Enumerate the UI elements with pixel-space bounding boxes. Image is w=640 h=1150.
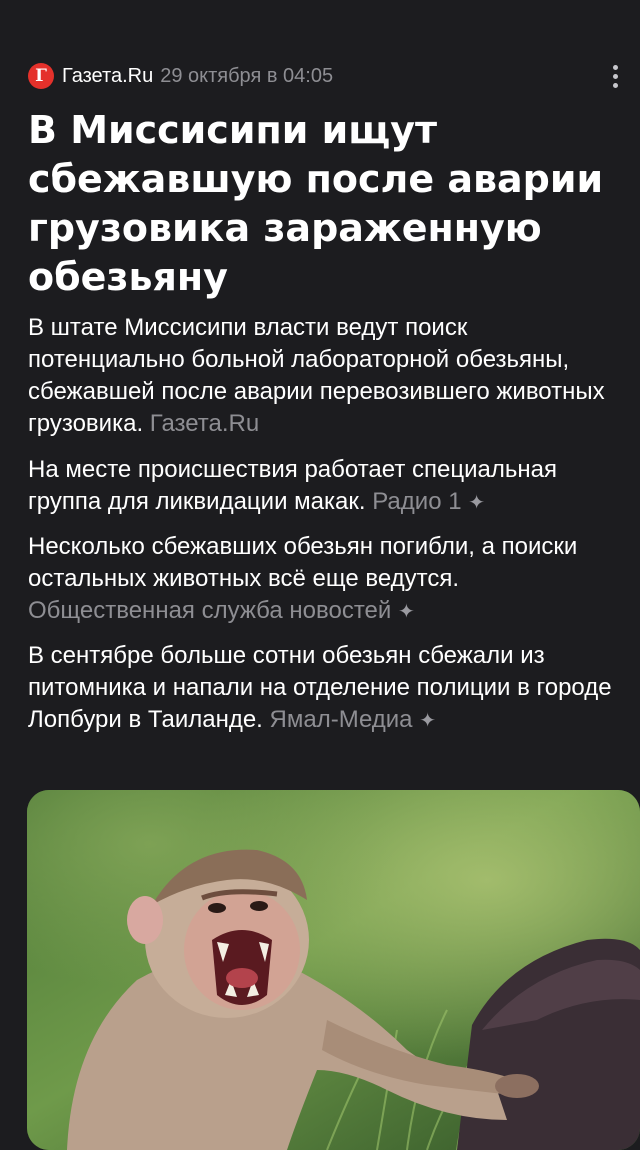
more-vertical-icon: [612, 73, 618, 79]
ai-sparkle-icon: ✦: [468, 492, 485, 514]
summary-paragraph: В штате Миссисипи власти ведут поиск пот…: [28, 312, 628, 440]
more-vertical-icon: [612, 82, 618, 88]
paragraph-text: В штате Миссисипи власти ведут поиск пот…: [28, 314, 605, 437]
summary-paragraph: Несколько сбежавших обезьян погибли, а п…: [28, 531, 628, 628]
summary-paragraph: На месте происшествия работает специальн…: [28, 454, 628, 519]
gazeta-logo-icon: Г: [28, 63, 54, 89]
paragraph-text: Несколько сбежавших обезьян погибли, а п…: [28, 533, 578, 592]
article-headline: В Миссисипи ищут сбежавшую после аварии …: [28, 108, 604, 299]
monkey-photo-illustration: [27, 790, 640, 1150]
ai-sparkle-icon: ✦: [419, 710, 436, 732]
paragraph-source-link[interactable]: Ямал-Медиа: [270, 706, 413, 733]
more-options-button[interactable]: [606, 60, 624, 92]
more-vertical-icon: [612, 64, 618, 70]
story-summary: В штате Миссисипи власти ведут поиск пот…: [28, 312, 628, 749]
publish-date: 29 октября в 04:05: [160, 64, 334, 87]
source-name[interactable]: Газета.Ru: [62, 65, 153, 88]
ai-sparkle-icon: ✦: [397, 601, 415, 623]
paragraph-source-link[interactable]: Газета.Ru: [150, 410, 259, 437]
paragraph-source-link[interactable]: Общественная служба новостей: [28, 597, 391, 624]
article-photo[interactable]: [27, 790, 640, 1150]
paragraph-source-link[interactable]: Радио 1: [372, 488, 461, 515]
source-header[interactable]: Г Газета.Ru 29 октября в 04:05: [28, 60, 333, 92]
summary-paragraph: В сентябре больше сотни обезьян сбежали …: [28, 640, 628, 737]
